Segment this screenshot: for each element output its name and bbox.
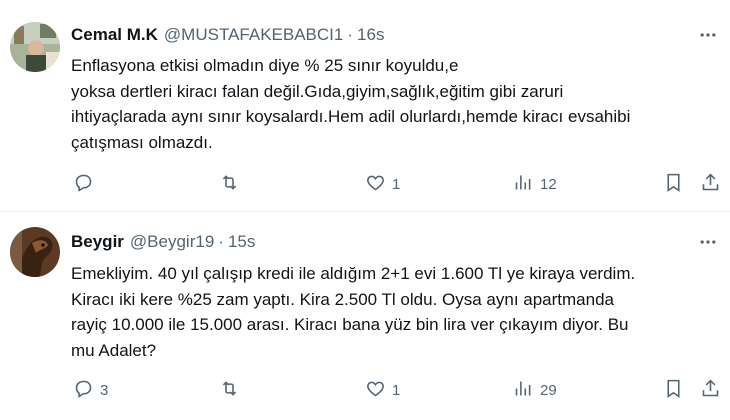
tweet-text-line: Kiracı iki kere %25 zam yaptı. Kira 2.50…	[71, 289, 615, 309]
share-icon	[700, 378, 721, 403]
bookmark-icon	[663, 378, 684, 403]
avatar[interactable]	[10, 22, 60, 72]
view-count: 12	[540, 175, 557, 193]
heart-icon	[365, 172, 386, 197]
retweet-button[interactable]	[219, 171, 246, 197]
tweet-text: Emekliyim. 40 yıl çalışıp kredi ile aldı…	[71, 261, 721, 363]
more-icon[interactable]	[696, 24, 720, 46]
bookmark-button[interactable]	[663, 377, 684, 403]
separator: ·	[347, 25, 354, 44]
tweet[interactable]: Cemal M.K @MUSTAFAKEBABCI1 · 16s Enflasy…	[0, 0, 730, 212]
reply-button[interactable]: 3	[73, 377, 108, 403]
action-bar: 1 12	[0, 171, 730, 197]
like-button[interactable]: 1	[365, 377, 400, 403]
tweet-text: Enflasyona etkisi olmadın diye % 25 sını…	[71, 53, 721, 155]
tweet-text-line: mu Adalet?	[71, 340, 157, 360]
retweet-icon	[219, 172, 240, 197]
bar-chart-icon	[513, 378, 534, 403]
separator: ·	[218, 232, 224, 251]
timestamp[interactable]: 16s	[357, 25, 384, 45]
reply-icon	[73, 172, 94, 197]
views-button[interactable]: 29	[513, 377, 557, 403]
like-count: 1	[392, 175, 401, 193]
retweet-icon	[219, 378, 240, 403]
action-bar: 3 1 29	[0, 377, 730, 403]
reply-button[interactable]	[73, 171, 100, 197]
view-count: 29	[540, 381, 557, 399]
tweet-text-line: Emekliyim. 40 yıl çalışıp kredi ile aldı…	[71, 264, 636, 283]
bar-chart-icon	[513, 172, 534, 197]
tweet-header: Cemal M.K @MUSTAFAKEBABCI1 · 16s	[71, 24, 384, 46]
bookmark-icon	[663, 172, 684, 197]
bookmark-button[interactable]	[663, 171, 684, 197]
heart-icon	[365, 378, 386, 403]
tweet-header: Beygir @Beygir19 · 15s	[71, 231, 255, 253]
display-name[interactable]: Cemal M.K	[71, 25, 158, 45]
reply-count: 3	[100, 381, 109, 399]
reply-icon	[73, 378, 94, 403]
tweet[interactable]: Beygir @Beygir19 · 15s Emekliyim. 40 yıl…	[0, 213, 730, 420]
tweet-text-line: ihtiyaçlarada aynı sınır koysalardı.Hem …	[71, 107, 631, 126]
user-handle[interactable]: @MUSTAFAKEBABCI1	[164, 25, 343, 45]
user-handle[interactable]: @Beygir19	[130, 232, 214, 252]
share-button[interactable]	[700, 171, 721, 197]
like-count: 1	[392, 381, 401, 399]
tweet-text-line: Enflasyona etkisi olmadın diye % 25 sını…	[71, 56, 459, 75]
display-name[interactable]: Beygir	[71, 232, 124, 252]
timestamp[interactable]: 15s	[228, 232, 255, 252]
share-button[interactable]	[700, 377, 721, 403]
like-button[interactable]: 1	[365, 171, 400, 197]
tweet-text-line: çatışması olmazdı.	[71, 132, 213, 152]
more-icon[interactable]	[696, 231, 720, 253]
avatar[interactable]	[10, 227, 60, 277]
share-icon	[700, 172, 721, 197]
retweet-button[interactable]	[219, 377, 246, 403]
tweet-text-line: rayiç 10.000 ile 15.000 arası. Kiracı ba…	[71, 315, 629, 334]
views-button[interactable]: 12	[513, 171, 557, 197]
tweet-text-line: yoksa dertleri kiracı falan değil.Gıda,g…	[71, 81, 564, 101]
